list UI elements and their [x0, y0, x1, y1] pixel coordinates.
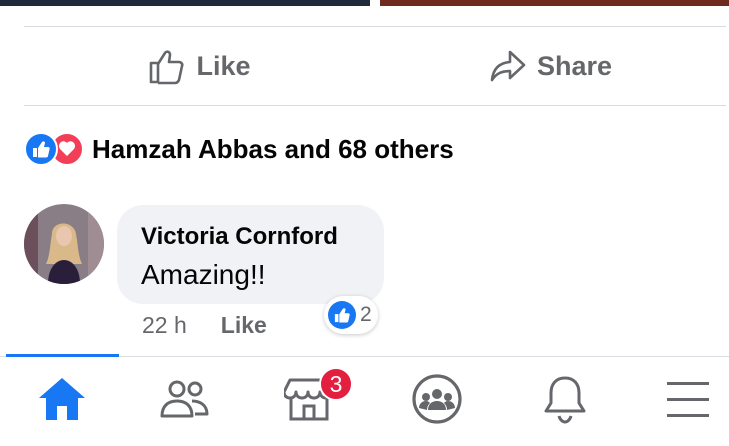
like-button[interactable]: Like — [24, 27, 375, 105]
like-button-label: Like — [196, 50, 251, 81]
hamburger-menu-icon — [665, 379, 711, 424]
divider-bottom — [24, 105, 726, 106]
bell-icon — [543, 374, 587, 429]
comment-text: Amazing!! — [141, 259, 266, 290]
reactions-summary-text: Hamzah Abbas and 68 others — [92, 133, 454, 164]
share-button[interactable]: Share — [375, 27, 726, 105]
comment-reactions[interactable]: 2 — [324, 296, 378, 334]
comment-like-button[interactable]: Like — [221, 312, 267, 339]
tab-marketplace[interactable]: 3 — [248, 357, 370, 446]
like-reaction-icon — [24, 132, 58, 166]
friends-icon — [159, 379, 211, 424]
comment-reaction-count: 2 — [360, 303, 372, 326]
post-photo-left[interactable] — [0, 0, 370, 6]
like-reaction-icon — [328, 301, 356, 329]
marketplace-badge: 3 — [319, 367, 353, 401]
tab-menu[interactable] — [627, 357, 729, 446]
reactions-summary[interactable]: Hamzah Abbas and 68 others — [24, 129, 454, 169]
share-arrow-icon — [489, 47, 527, 85]
bottom-tab-bar: 3 — [0, 354, 729, 446]
comment-bubble[interactable]: Victoria Cornford Amazing!! — [117, 205, 384, 304]
post-photos-strip[interactable] — [0, 0, 729, 6]
tab-home[interactable] — [1, 357, 123, 446]
comment-timestamp[interactable]: 22 h — [142, 312, 187, 339]
comment-author[interactable]: Victoria Cornford — [141, 223, 338, 251]
post-photo-right[interactable] — [380, 0, 729, 6]
thumbs-up-icon — [148, 47, 186, 85]
groups-icon — [411, 373, 463, 430]
tab-friends[interactable] — [124, 357, 246, 446]
comment: Victoria Cornford Amazing!! 2 22 h Like — [24, 204, 724, 344]
avatar[interactable] — [24, 204, 104, 284]
tab-notifications[interactable] — [504, 357, 626, 446]
share-button-label: Share — [536, 50, 613, 81]
post-actions: Like Share — [24, 27, 726, 105]
tab-groups[interactable] — [376, 357, 498, 446]
home-icon — [37, 376, 87, 427]
comment-meta: 22 h Like — [142, 312, 267, 339]
